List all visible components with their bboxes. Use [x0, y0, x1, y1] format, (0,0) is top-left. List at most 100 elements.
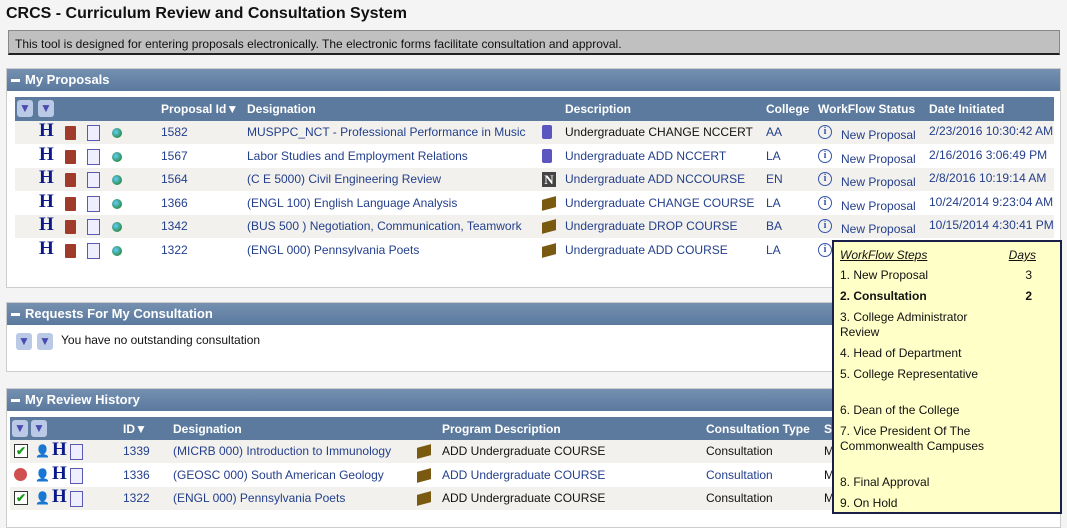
table-row: H 1567 Labor Studies and Employment Relati… [15, 144, 1054, 168]
proposal-id[interactable]: 1366 [161, 196, 188, 210]
workflow-step: 7. Vice President Of The Commonwealth Ca… [840, 424, 985, 453]
workflow-step: 5. College Representative [840, 367, 979, 381]
proposal-description[interactable]: Undergraduate CHANGE COURSE [565, 196, 754, 210]
proposal-id[interactable]: 1564 [161, 172, 188, 186]
workflow-status[interactable]: New Proposal [841, 152, 916, 166]
workflow-status[interactable]: New Proposal [841, 128, 916, 142]
history-icon[interactable]: H [52, 463, 67, 484]
proposal-description[interactable]: Undergraduate DROP COURSE [565, 219, 738, 233]
my-proposals-header[interactable]: My Proposals [7, 69, 1060, 91]
history-icon[interactable]: H [39, 238, 54, 259]
info-icon[interactable]: i [818, 148, 832, 163]
col-s[interactable]: S [824, 422, 832, 436]
globe-icon[interactable] [112, 198, 122, 209]
proposal-designation[interactable]: MUSPPC_NCT - Professional Performance in… [247, 125, 526, 139]
col-workflow-status[interactable]: WorkFlow Status [818, 102, 915, 116]
delete-icon[interactable] [65, 173, 76, 187]
proposal-id[interactable]: 1582 [161, 125, 188, 139]
proposal-college: LA [766, 242, 781, 257]
proposal-description[interactable]: Undergraduate ADD COURSE [565, 243, 728, 257]
info-icon[interactable]: i [818, 219, 832, 233]
delete-icon[interactable] [65, 149, 76, 164]
document-icon[interactable] [87, 172, 100, 188]
proposal-id[interactable]: 1342 [161, 219, 188, 233]
history-icon[interactable]: H [39, 215, 54, 235]
proposal-designation[interactable]: (BUS 500 ) Negotiation, Communication, T… [247, 219, 522, 233]
program-description[interactable]: ADD Undergraduate COURSE [442, 491, 605, 505]
proposal-id[interactable]: 1567 [161, 149, 188, 163]
collapse-icon[interactable] [11, 79, 20, 83]
review-id[interactable]: 1336 [123, 468, 150, 482]
globe-icon[interactable] [112, 175, 122, 185]
document-icon[interactable] [87, 125, 100, 141]
collapse-icon[interactable] [11, 399, 20, 403]
date-initiated: 2/16/2016 3:06:49 PM [929, 147, 1048, 162]
col-consultation-type[interactable]: Consultation Type [706, 422, 810, 436]
review-id[interactable]: 1339 [123, 444, 150, 458]
info-icon[interactable]: i [818, 172, 832, 186]
review-designation[interactable]: (ENGL 000) Pennsylvania Poets [173, 491, 345, 505]
info-banner: This tool is designed for entering propo… [8, 30, 1060, 55]
document-icon[interactable] [87, 195, 100, 212]
proposal-designation[interactable]: (ENGL 100) English Language Analysis [247, 196, 457, 210]
col-designation[interactable]: Designation [173, 422, 242, 436]
col-designation[interactable]: Designation [247, 102, 316, 116]
history-icon[interactable]: H [39, 144, 54, 165]
document-icon[interactable] [70, 444, 83, 460]
delete-icon[interactable] [65, 220, 76, 234]
program-description[interactable]: ADD Undergraduate COURSE [442, 444, 605, 458]
history-icon[interactable]: H [52, 487, 67, 507]
globe-icon[interactable] [112, 151, 122, 162]
delete-icon[interactable] [65, 126, 76, 140]
document-icon[interactable] [87, 148, 100, 165]
program-description[interactable]: ADD Undergraduate COURSE [442, 468, 605, 482]
proposal-designation[interactable]: (ENGL 000) Pennsylvania Poets [247, 243, 419, 257]
document-icon[interactable] [70, 467, 83, 484]
history-icon[interactable]: H [39, 168, 54, 188]
proposal-description[interactable]: Undergraduate ADD NCCOURSE [565, 172, 745, 186]
remove-reviewer-icon[interactable]: 👤 [35, 468, 50, 482]
col-proposal-id[interactable]: Proposal Id▼ [161, 102, 238, 116]
workflow-status[interactable]: New Proposal [841, 199, 916, 213]
collapse-icon[interactable] [11, 313, 20, 317]
workflow-status[interactable]: New Proposal [841, 175, 916, 189]
proposal-description[interactable]: Undergraduate CHANGE NCCERT [565, 125, 753, 139]
history-icon[interactable]: H [52, 440, 67, 460]
filter-icon[interactable]: ▼ [12, 420, 28, 437]
info-icon[interactable]: i [818, 195, 832, 210]
clear-filter-icon[interactable]: ▼ [31, 420, 47, 437]
remove-reviewer-icon[interactable]: 👤 [35, 491, 50, 505]
delete-icon[interactable] [65, 243, 76, 258]
document-icon[interactable] [70, 491, 83, 507]
review-id[interactable]: 1322 [123, 491, 150, 505]
globe-icon[interactable] [112, 128, 122, 138]
document-icon[interactable] [87, 242, 100, 259]
col-program-description[interactable]: Program Description [442, 422, 561, 436]
proposal-designation[interactable]: Labor Studies and Employment Relations [247, 149, 468, 163]
remove-reviewer-icon[interactable]: 👤 [35, 444, 50, 458]
filter-icon[interactable]: ▼ [17, 100, 33, 117]
proposal-description[interactable]: Undergraduate ADD NCCERT [565, 149, 726, 163]
delete-icon[interactable] [65, 196, 76, 211]
review-designation[interactable]: (GEOSC 000) South American Geology [173, 468, 384, 482]
clear-filter-icon[interactable]: ▼ [38, 100, 54, 117]
review-designation[interactable]: (MICRB 000) Introduction to Immunology [173, 444, 391, 458]
globe-icon[interactable] [112, 245, 122, 256]
history-icon[interactable]: H [39, 121, 54, 141]
document-icon[interactable] [87, 219, 100, 235]
filter-icon[interactable]: ▼ [16, 333, 32, 350]
col-id[interactable]: ID▼ [123, 422, 147, 436]
history-icon[interactable]: H [39, 191, 54, 212]
workflow-status[interactable]: New Proposal [841, 222, 916, 236]
info-icon[interactable]: i [818, 125, 832, 139]
section-title: Requests For My Consultation [25, 306, 213, 321]
col-description[interactable]: Description [565, 102, 631, 116]
globe-icon[interactable] [112, 222, 122, 232]
proposal-designation[interactable]: (C E 5000) Civil Engineering Review [247, 172, 441, 186]
clear-filter-icon[interactable]: ▼ [37, 333, 53, 350]
col-college[interactable]: College [766, 102, 809, 116]
info-icon[interactable]: i [818, 242, 832, 257]
proposal-id[interactable]: 1322 [161, 243, 188, 257]
workflow-step: 8. Final Approval [840, 475, 930, 489]
col-date-initiated[interactable]: Date Initiated [929, 102, 1004, 116]
